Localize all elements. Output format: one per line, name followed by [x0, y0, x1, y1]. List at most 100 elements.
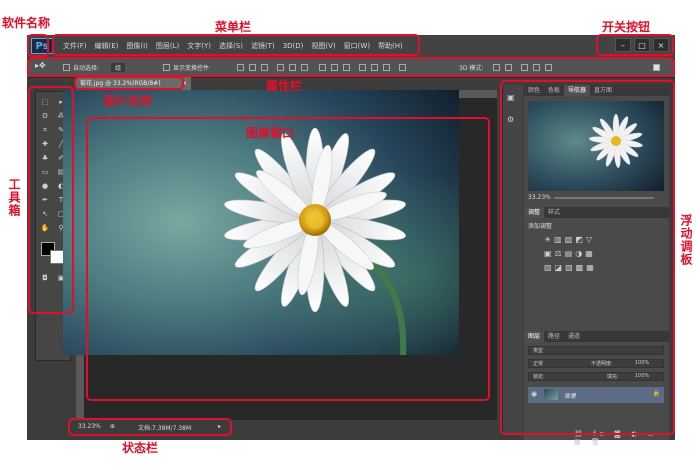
- document-tab[interactable]: 菊花.jpg @ 33.2%(RGB/8#) ×: [76, 77, 191, 90]
- clone-stamp-tool-icon[interactable]: ♣: [40, 154, 50, 162]
- menu-filter[interactable]: 滤镜(T): [247, 40, 279, 52]
- annot-software-name: 软件名称: [2, 16, 51, 30]
- auto-select-checkbox[interactable]: [63, 64, 70, 71]
- window-controls: – □ ×: [615, 38, 669, 52]
- annot-toolbox: 工具箱: [7, 178, 21, 217]
- fill-label: 填充:: [607, 374, 619, 380]
- history-panel-icon[interactable]: ▣: [507, 93, 515, 102]
- align-top-icon[interactable]: [237, 64, 244, 71]
- navigator-tabs: 颜色 色板 导航器 直方图: [524, 85, 669, 96]
- options-bar: ▸✥ 自动选择: 组 显示变换控件 3D 模式:: [27, 58, 675, 78]
- zoom-level[interactable]: 33.23%: [78, 423, 101, 430]
- menu-edit[interactable]: 编辑(E): [91, 40, 123, 52]
- layer-lock-icon: 🔒: [652, 390, 660, 397]
- opacity-label: 不透明度:: [591, 361, 613, 367]
- document-size: 文档:7.38M/7.38M: [138, 425, 192, 432]
- fill-value[interactable]: 100%: [635, 373, 649, 379]
- annot-image-name: 图片名称: [104, 94, 153, 108]
- align-right-icon[interactable]: [301, 64, 308, 71]
- adjustments-tabs: 调整 样式: [524, 207, 669, 218]
- lasso-tool-icon[interactable]: ʘ: [40, 112, 50, 120]
- layer-thumbnail: [544, 389, 558, 400]
- crop-tool-icon[interactable]: ⌗: [40, 126, 50, 134]
- menu-window[interactable]: 窗口(W): [340, 40, 374, 52]
- navigator-thumbnail[interactable]: [528, 101, 664, 191]
- move-tool-icon[interactable]: ▸✥: [35, 61, 46, 70]
- blur-tool-icon[interactable]: ●: [40, 182, 50, 190]
- layer-row-background[interactable]: ◉ 背景 🔒: [528, 387, 664, 403]
- maximize-button[interactable]: □: [634, 38, 650, 52]
- navigator-thumbnail-image: [528, 101, 664, 191]
- auto-select-label: 自动选择:: [73, 65, 100, 72]
- close-tab-icon[interactable]: ×: [182, 77, 187, 90]
- show-transform-checkbox[interactable]: [163, 64, 170, 71]
- show-transform-label: 显示变换控件: [173, 65, 210, 72]
- distribute-top-icon[interactable]: [319, 64, 326, 71]
- menu-view[interactable]: 视图(V): [307, 40, 339, 52]
- healing-tool-icon[interactable]: ✚: [40, 140, 50, 148]
- menu-image[interactable]: 图像(I): [122, 40, 152, 52]
- 3d-slide-icon[interactable]: [533, 64, 540, 71]
- status-menu-arrow-icon[interactable]: ▸: [218, 423, 221, 430]
- distribute-bottom-icon[interactable]: [343, 64, 350, 71]
- menu-help[interactable]: 帮助(H): [374, 40, 407, 52]
- 3d-rotate-icon[interactable]: [493, 64, 500, 71]
- pen-tool-icon[interactable]: ✒: [40, 196, 50, 204]
- annot-switch-buttons: 开关按钮: [602, 20, 651, 34]
- layer-footer-icons[interactable]: ⛓ fx ◙ ◐ ▭ ▦ 🗑: [574, 430, 669, 446]
- layer-filter-kind[interactable]: 类型: [528, 346, 664, 355]
- navigator-zoom[interactable]: 33.23%: [528, 194, 551, 201]
- menu-3d[interactable]: 3D(D): [279, 40, 308, 52]
- tab-navigator[interactable]: 导航器: [564, 85, 591, 96]
- align-bottom-icon[interactable]: [261, 64, 268, 71]
- 3d-roll-icon[interactable]: [505, 64, 512, 71]
- panel-icon-strip: ▣ ⚙: [502, 85, 523, 435]
- annot-status-bar: 状态栏: [122, 441, 159, 455]
- hand-tool-icon[interactable]: ✋: [40, 224, 50, 232]
- menu-select[interactable]: 选择(S): [215, 40, 247, 52]
- minimize-button[interactable]: –: [615, 38, 631, 52]
- blend-mode-dropdown[interactable]: 正常: [533, 360, 543, 367]
- tab-adjustments[interactable]: 调整: [524, 207, 545, 218]
- visibility-eye-icon[interactable]: ◉: [531, 390, 537, 398]
- distribute-left-icon[interactable]: [359, 64, 366, 71]
- distribute-vcenter-icon[interactable]: [331, 64, 338, 71]
- add-adjustment-label: 添加调整: [528, 223, 553, 230]
- menu-type[interactable]: 文字(Y): [183, 40, 215, 52]
- tab-layers[interactable]: 图层: [524, 331, 545, 342]
- tab-paths[interactable]: 路径: [544, 331, 564, 342]
- status-icon: ⊕: [110, 423, 116, 430]
- eraser-tool-icon[interactable]: ▭: [40, 168, 50, 176]
- layers-tabs: 图层 路径 通道: [524, 331, 669, 342]
- adjustment-icons[interactable]: ☀▥▨◩▽ ▣⚖▤◑▦ ▨◪▧▩▦: [544, 233, 654, 275]
- auto-align-icon[interactable]: [399, 64, 406, 71]
- distribute-hcenter-icon[interactable]: [371, 64, 378, 71]
- opacity-value[interactable]: 100%: [635, 360, 649, 366]
- group-dropdown[interactable]: 组: [111, 63, 126, 72]
- tab-styles[interactable]: 样式: [544, 207, 564, 218]
- menu-bar: Ps 文件(F) 编辑(E) 图像(I) 图层(L) 文字(Y) 选择(S) 滤…: [27, 35, 675, 57]
- menu-layer[interactable]: 图层(L): [152, 40, 183, 52]
- align-vcenter-icon[interactable]: [249, 64, 256, 71]
- 3d-drag-icon[interactable]: [521, 64, 528, 71]
- path-selection-tool-icon[interactable]: ↖: [40, 210, 50, 218]
- tab-color[interactable]: 颜色: [524, 85, 544, 96]
- status-bar: 33.23% ⊕ 文档:7.38M/7.38M ▸: [76, 421, 226, 433]
- background-color-swatch[interactable]: [50, 250, 64, 264]
- 3d-scale-icon[interactable]: [545, 64, 552, 71]
- tab-histogram[interactable]: 直方图: [590, 85, 616, 96]
- tab-swatches[interactable]: 色板: [544, 85, 564, 96]
- align-hcenter-icon[interactable]: [289, 64, 296, 71]
- workspace-icon[interactable]: [653, 64, 660, 71]
- menu-items: 文件(F) 编辑(E) 图像(I) 图层(L) 文字(Y) 选择(S) 滤镜(T…: [59, 40, 407, 52]
- align-left-icon[interactable]: [277, 64, 284, 71]
- close-button[interactable]: ×: [653, 38, 669, 52]
- tab-channels[interactable]: 通道: [564, 331, 584, 342]
- distribute-right-icon[interactable]: [383, 64, 390, 71]
- quick-mask-icon[interactable]: ◘: [40, 274, 50, 282]
- navigator-zoom-slider[interactable]: [554, 197, 654, 199]
- properties-panel-icon[interactable]: ⚙: [507, 115, 514, 124]
- floating-panels: 颜色 色板 导航器 直方图 33.23% 调整 样式 添加调整 ☀▥▨◩▽ ▣⚖…: [524, 85, 669, 446]
- marquee-tool-icon[interactable]: ⬚: [40, 98, 50, 106]
- menu-file[interactable]: 文件(F): [59, 40, 91, 52]
